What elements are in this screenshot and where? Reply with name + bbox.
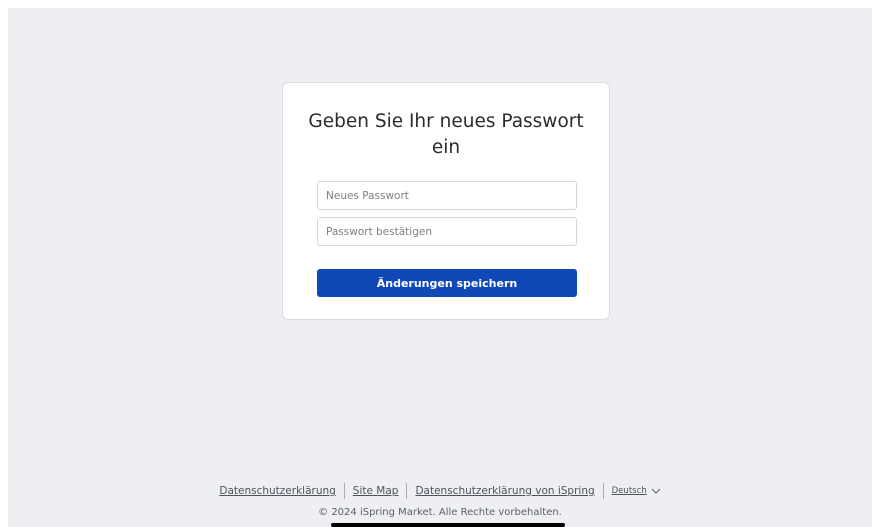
- footer-divider: [343, 483, 345, 499]
- copyright-text: © 2024 iSpring Market. Alle Rechte vorbe…: [318, 507, 562, 518]
- site-map-link[interactable]: Site Map: [353, 485, 399, 497]
- chevron-down-icon[interactable]: [651, 487, 661, 495]
- page-title: Geben Sie Ihr neues Passwort ein: [308, 111, 584, 158]
- new-password-input[interactable]: [317, 181, 577, 210]
- page-viewport: Geben Sie Ihr neues Passwort ein Änderun…: [8, 8, 872, 527]
- privacy-policy-link[interactable]: Datenschutzerklärung: [219, 485, 335, 497]
- footer-links: Datenschutzerklärung Site Map Datenschut…: [8, 483, 872, 499]
- reset-password-card: Geben Sie Ihr neues Passwort ein Änderun…: [282, 82, 610, 320]
- confirm-password-input[interactable]: [317, 217, 577, 246]
- home-indicator-bar: [331, 523, 565, 527]
- footer-divider: [406, 483, 408, 499]
- save-changes-button[interactable]: Änderungen speichern: [317, 269, 577, 297]
- ispring-privacy-policy-link[interactable]: Datenschutzerklärung von iSpring: [415, 485, 594, 497]
- language-selector[interactable]: Deutsch: [612, 486, 661, 496]
- language-selector-label[interactable]: Deutsch: [612, 486, 647, 496]
- footer-divider: [602, 483, 604, 499]
